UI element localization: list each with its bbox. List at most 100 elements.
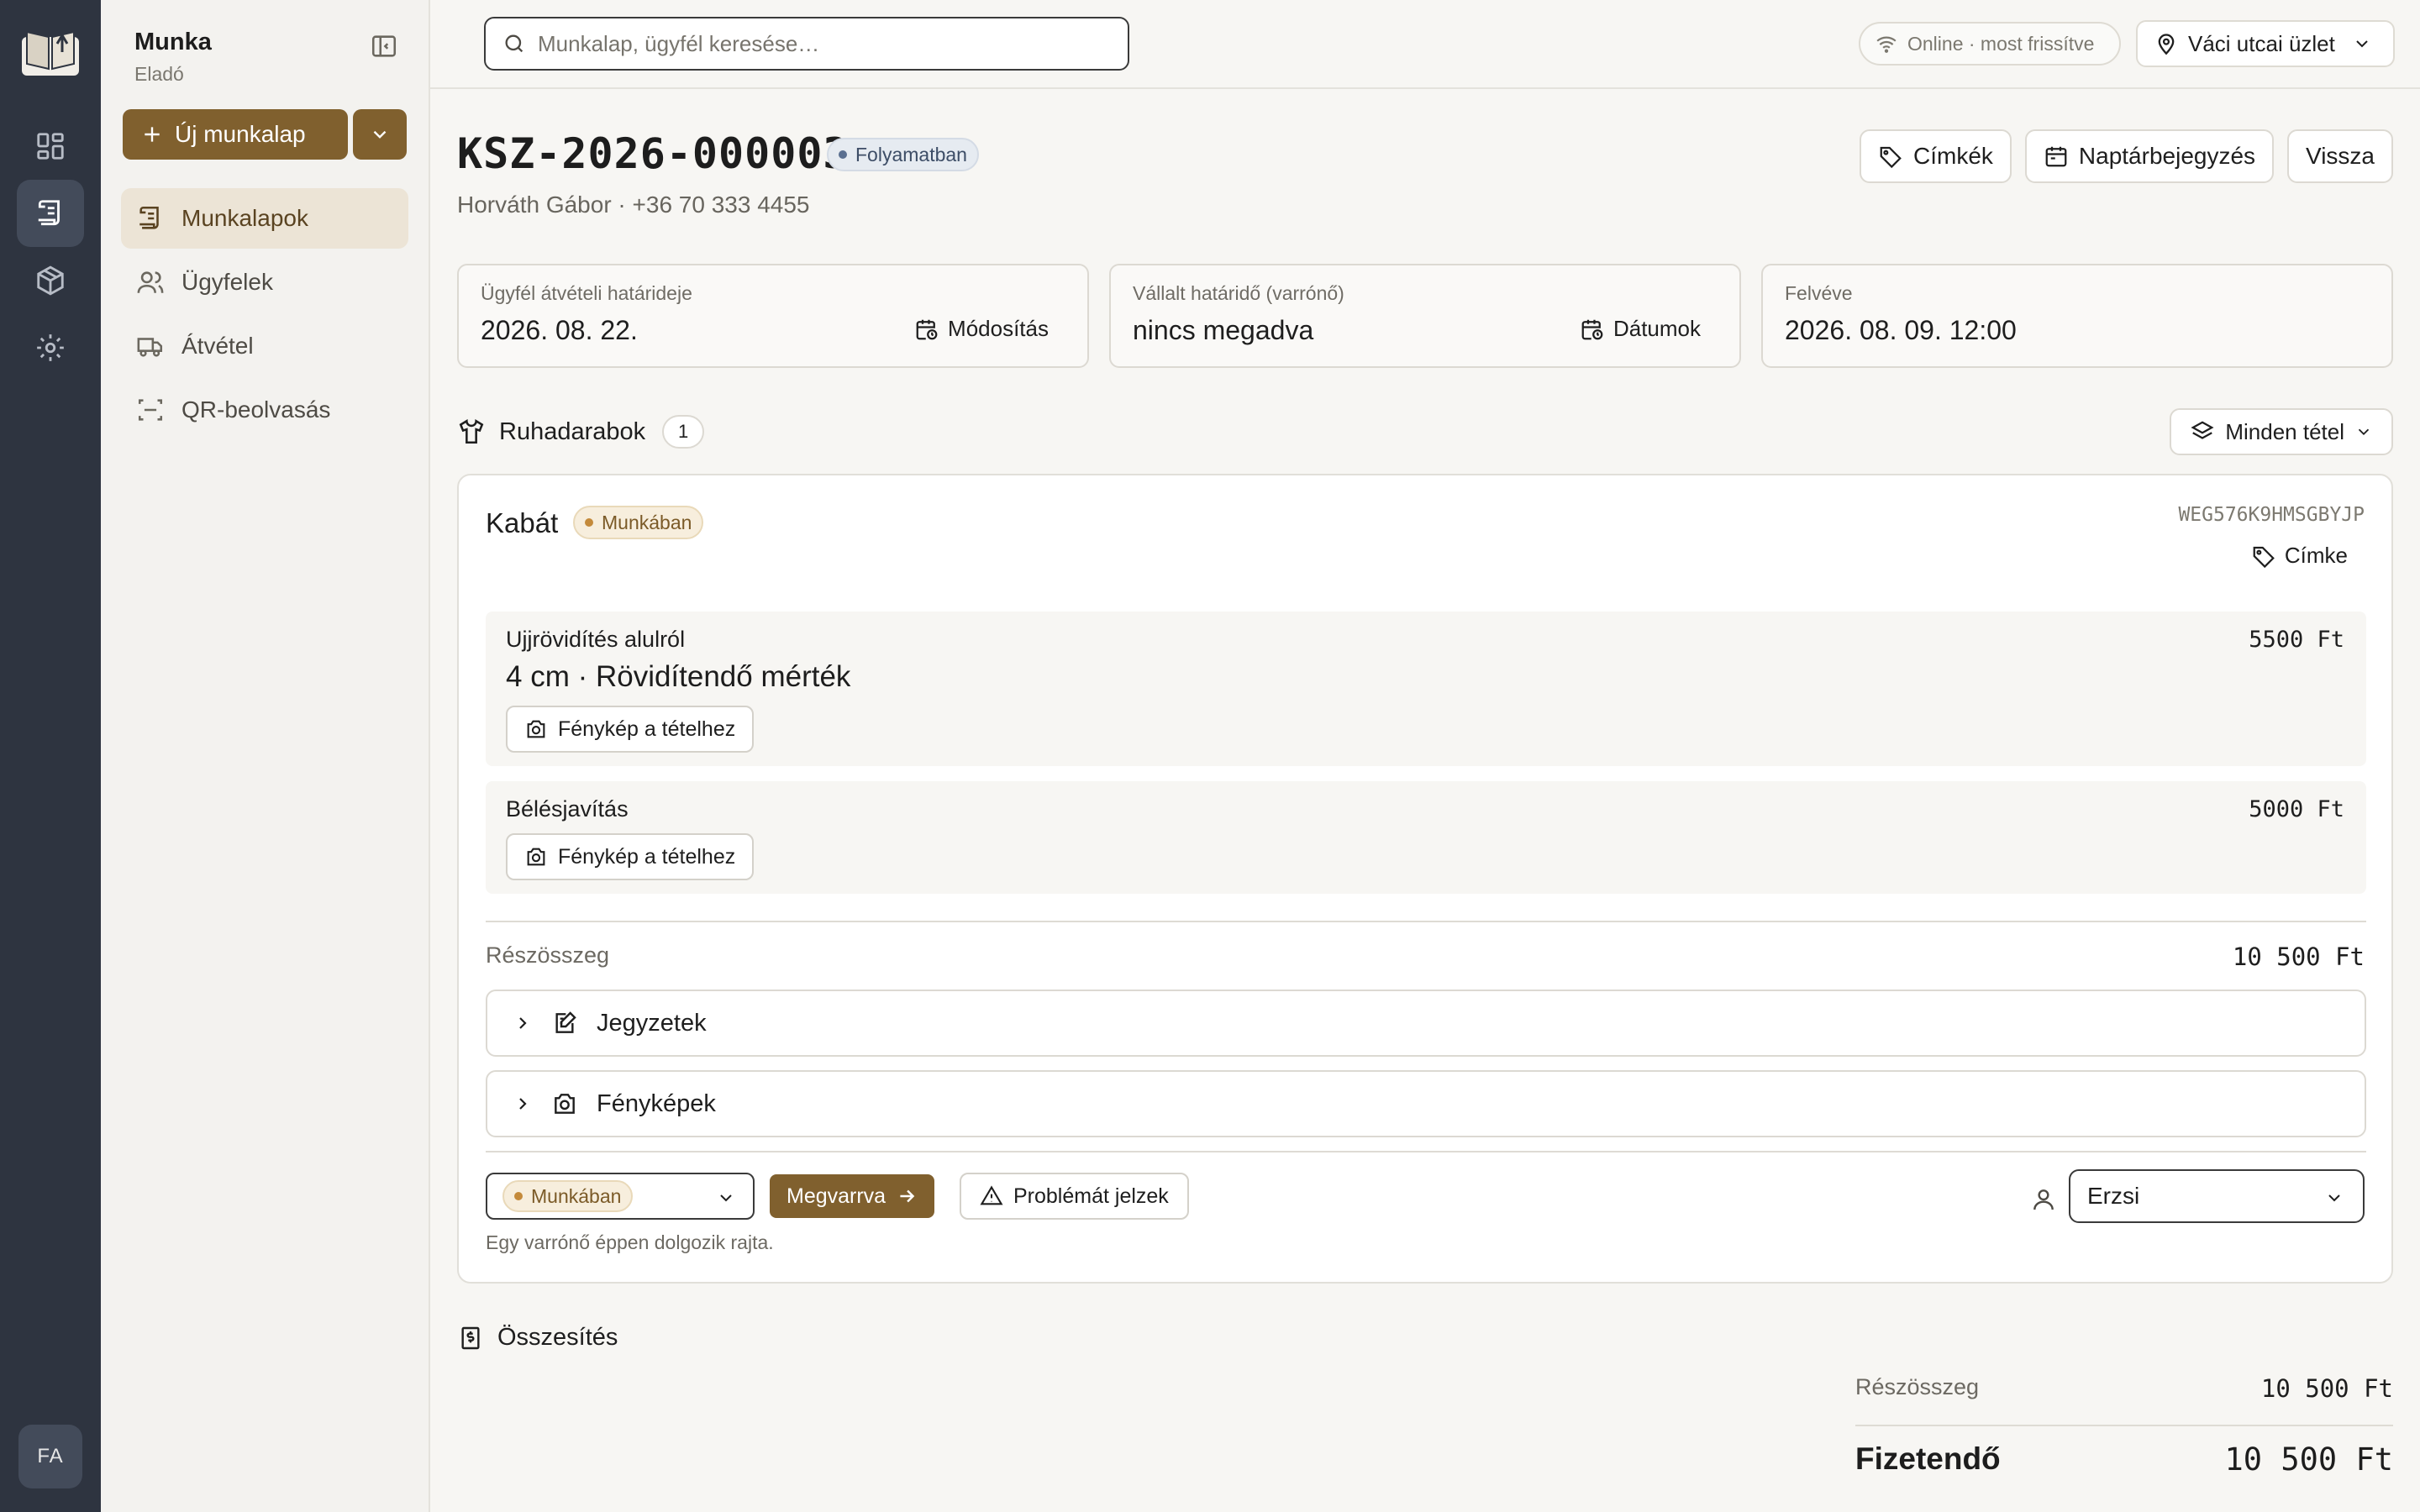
sidebar-item-label: QR-beolvasás [182,396,331,423]
page-title: KSZ-2026-000003 [457,129,850,178]
garment-status-badge: Munkában [573,506,704,539]
new-worksheet-dropdown-button[interactable] [353,109,407,160]
rail-dashboard-button[interactable] [17,113,84,180]
calendar-entry-button[interactable]: Naptárbejegyzés [2024,129,2275,183]
layers-icon [2191,421,2214,439]
status-badge-text: Folyamatban [855,143,967,165]
tags-button-label: Címkék [1913,143,1993,169]
sidebar-item-label: Átvétel [182,333,254,359]
photos-accordion[interactable]: Fényképek [486,1070,2366,1137]
scan-icon [138,399,163,421]
panel-collapse-icon [371,35,397,57]
report-problem-label: Problémát jelzek [1013,1184,1169,1208]
mark-sewn-label: Megvarrva [786,1184,886,1208]
garment-card: Kabát Munkában WEG576K9HMSGBYJP Címke Uj… [457,474,2393,1284]
box-icon [37,265,64,296]
tag-icon [2253,546,2275,568]
summary-subtotal-value: 10 500 Ft [2260,1374,2393,1403]
sidebar-item-label: Munkalapok [182,205,308,231]
dashboard-icon [37,133,64,160]
garment-label-button[interactable]: Címke [2251,543,2348,569]
tag-icon [1880,146,1902,169]
garments-title: Ruhadarabok [499,417,646,445]
summary-subtotal-row: Részösszeg 10 500 Ft [1855,1374,2393,1408]
report-problem-button[interactable]: Problémát jelzek [960,1173,1189,1220]
new-worksheet-button[interactable]: Új munkalap [123,109,348,160]
mark-sewn-button[interactable]: Megvarrva [770,1174,935,1218]
gear-icon [37,334,64,361]
icon-rail: FA [0,0,101,1512]
service-name: Ujjrövidítés alulról [506,627,686,652]
modify-date-button[interactable]: Módosítás [914,316,1049,342]
search-input[interactable] [538,30,1128,57]
chevron-down-icon [720,1194,732,1202]
tags-button[interactable]: Címkék [1860,129,2012,183]
calendar-icon [2045,146,2067,167]
map-pin-icon [2158,34,2175,55]
service-row: Bélésjavítás 5000 Ft Fénykép a tételhez [486,781,2366,894]
status-hint: Egy varrónő éppen dolgozik rajta. [486,1231,774,1253]
divider [486,921,2366,922]
sidebar-item-label: Ügyfelek [182,269,273,295]
summary-total-row: Fizetendő 10 500 Ft [1855,1441,2393,1483]
dates-button-label: Dátumok [1612,316,1701,341]
back-button-label: Vissza [2306,143,2375,169]
book-logo-icon[interactable] [18,20,82,79]
rail-settings-button[interactable] [17,314,84,381]
user-icon [2033,1189,2054,1210]
rail-inventory-button[interactable] [17,247,84,314]
avatar[interactable]: FA [18,1425,82,1488]
sidebar-item-worksheets[interactable]: Munkalapok [121,188,408,249]
add-photo-button[interactable]: Fénykép a tételhez [506,706,755,753]
chevron-down-icon [2358,428,2370,436]
dates-button[interactable]: Dátumok [1580,316,1701,342]
store-select[interactable]: Váci utcai üzlet [2136,20,2395,67]
calendar-clock-icon [1581,319,1603,339]
chevron-down-icon [373,130,387,139]
all-items-filter[interactable]: Minden tétel [2170,408,2393,455]
sidebar-subtitle: Eladó [134,63,184,85]
summary-subtotal-label: Részösszeg [1855,1374,1980,1399]
summary-total-label: Fizetendő [1855,1441,2001,1476]
shirt-icon [459,419,484,444]
garment-code: WEG576K9HMSGBYJP [2178,504,2365,526]
status-badge: Folyamatban [827,138,979,171]
rail-worksheets-button[interactable] [17,180,84,247]
add-photo-button[interactable]: Fénykép a tételhez [506,833,755,880]
assignee-select[interactable]: Erzsi [2069,1169,2365,1223]
summary-section-header: Összesítés [457,1324,618,1352]
header-actions: Címkék Naptárbejegyzés Vissza [1860,129,2393,183]
sidebar-item-customers[interactable]: Ügyfelek [121,252,408,312]
received-card: Felvéve 2026. 08. 09. 12:00 [1761,264,2393,368]
chevron-right-icon [519,1017,527,1029]
status-select-badge: Munkában [502,1180,634,1212]
sidebar: Munka Eladó Új munkalap Munkalapok Ügyfe… [101,0,430,1512]
notes-accordion[interactable]: Jegyzetek [486,990,2366,1057]
arrow-right-icon [900,1189,915,1203]
new-worksheet-label: Új munkalap [175,121,306,147]
garment-label-text: Címke [2284,543,2348,568]
garment-status-select[interactable]: Munkában [486,1173,755,1220]
sidebar-title: Munka [134,29,212,55]
modify-date-label: Módosítás [948,316,1049,341]
customer-info: Horváth Gábor · +36 70 333 4455 [457,192,810,218]
tailor-deadline-card: Vállalt határidő (varrónő) nincs megadva… [1109,264,1741,368]
warning-icon [980,1185,1003,1205]
back-button[interactable]: Vissza [2287,129,2393,183]
sidebar-item-pickup[interactable]: Átvétel [121,316,408,376]
divider [1855,1425,2393,1426]
worksheet-icon [139,206,159,229]
item-subtotal-value: 10 500 Ft [2232,942,2365,971]
collapse-sidebar-button[interactable] [370,32,398,60]
chevron-down-icon [2356,40,2368,48]
camera-icon [527,848,545,866]
sidebar-item-qr-scan[interactable]: QR-beolvasás [121,380,408,440]
garments-count: 1 [662,415,705,449]
pickup-deadline-card: Ügyfél átvételi határideje 2026. 08. 22.… [457,264,1089,368]
all-items-label: Minden tétel [2225,418,2344,444]
store-name: Váci utcai üzlet [2188,30,2335,56]
summary-title: Összesítés [497,1324,618,1351]
service-name: Bélésjavítás [506,796,629,822]
top-bar: Online · most frissítve Váci utcai üzlet [430,0,2420,89]
service-price: 5000 Ft [2249,796,2344,822]
